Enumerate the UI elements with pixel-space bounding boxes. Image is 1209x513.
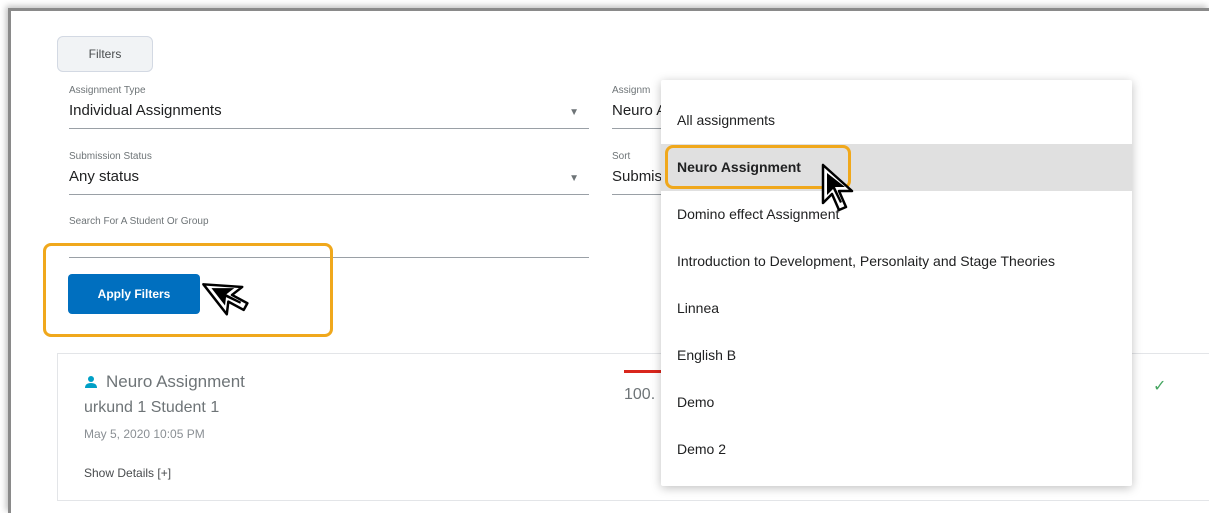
search-label: Search For A Student Or Group (69, 216, 209, 227)
submission-status-label: Submission Status (69, 151, 152, 162)
filters-button[interactable]: Filters (57, 36, 153, 72)
score-value: 100. (624, 386, 656, 403)
caret-down-icon: ▼ (569, 173, 579, 184)
show-details-link[interactable]: Show Details [+] (84, 466, 171, 480)
submission-status-underline (69, 194, 589, 195)
submission-title-row: Neuro Assignment (84, 372, 245, 392)
dropdown-item[interactable]: Demo (661, 379, 1132, 426)
dropdown-item[interactable]: English B (661, 332, 1132, 379)
dropdown-item[interactable]: Domino effect Assignment (661, 191, 1132, 238)
person-icon (85, 376, 97, 388)
dropdown-item[interactable]: Introduction to Development, Personlaity… (661, 238, 1132, 285)
submission-status-value: Any status (69, 168, 140, 185)
assignment-type-select[interactable]: Assignment Type Individual Assignments ▼ (69, 85, 589, 129)
apply-filters-button[interactable]: Apply Filters (68, 274, 200, 314)
submission-status-select[interactable]: Submission Status Any status ▼ (69, 151, 589, 195)
dropdown-item[interactable]: All assignments (661, 97, 1132, 144)
assignment-type-label: Assignment Type (69, 85, 146, 96)
dropdown-item[interactable]: Demo 2 (661, 426, 1132, 473)
student-name: urkund 1 Student 1 (84, 399, 220, 416)
caret-down-icon: ▼ (569, 107, 579, 118)
submission-title: Neuro Assignment (106, 372, 245, 391)
dropdown-item[interactable]: Linnea (661, 285, 1132, 332)
submission-date: May 5, 2020 10:05 PM (84, 427, 205, 441)
mouse-cursor-icon (202, 283, 249, 316)
assignment-type-value: Individual Assignments (69, 102, 222, 119)
mouse-cursor-icon (821, 163, 854, 212)
assignment-type-underline (69, 128, 589, 129)
assignment-dropdown-menu: All assignments Neuro Assignment Domino … (661, 80, 1132, 486)
check-icon: ✓ (1153, 378, 1167, 395)
app-frame: Filters Assignment Type Individual Assig… (8, 8, 1209, 513)
